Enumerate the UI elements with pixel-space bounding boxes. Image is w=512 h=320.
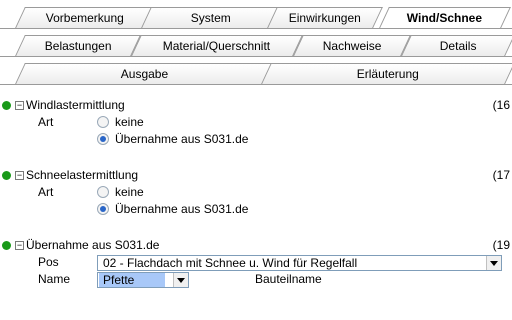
section-header[interactable]: − Windlastermittlung (16 xyxy=(0,97,512,113)
section-windlastermittlung: − Windlastermittlung (16 Art keine Übern… xyxy=(0,97,512,155)
tab-label: Material/Querschnitt xyxy=(163,39,271,53)
section-schneelastermittlung: − Schneelastermittlung (17 Art keine Übe… xyxy=(0,167,512,225)
section-header[interactable]: − Schneelastermittlung (17 xyxy=(0,167,512,183)
radio-uebernahme[interactable] xyxy=(97,203,109,215)
tab-wind-schnee[interactable]: Wind/Schnee xyxy=(379,7,511,28)
name-select[interactable]: Pfette xyxy=(97,272,189,288)
status-dot-icon xyxy=(2,241,11,250)
name-hint: Bauteilname xyxy=(255,272,322,286)
tab-label: System xyxy=(190,11,231,25)
tab-vorbemerkung[interactable]: Vorbemerkung xyxy=(15,7,155,28)
chevron-down-icon[interactable] xyxy=(486,256,501,270)
section-title: Schneelastermittlung xyxy=(26,168,139,182)
collapse-icon[interactable]: − xyxy=(15,101,24,110)
tab-label: Details xyxy=(439,39,477,53)
radio-uebernahme-label[interactable]: Übernahme aus S031.de xyxy=(115,202,248,216)
tab-system[interactable]: System xyxy=(141,7,281,28)
tab-ausgabe[interactable]: Ausgabe xyxy=(15,63,275,84)
name-select-value: Pfette xyxy=(99,273,165,287)
tab-row-3-divider xyxy=(0,84,512,85)
content-panel: − Windlastermittlung (16 Art keine Übern… xyxy=(0,87,512,320)
radio-keine[interactable] xyxy=(97,186,109,198)
section-number: (16 xyxy=(492,98,510,112)
radio-uebernahme-label[interactable]: Übernahme aus S031.de xyxy=(115,132,248,146)
tab-nachweise[interactable]: Nachweise xyxy=(293,35,411,56)
section-title: Übernahme aus S031.de xyxy=(26,238,160,252)
tab-einwirkungen[interactable]: Einwirkungen xyxy=(267,7,383,28)
tab-label: Ausgabe xyxy=(121,67,169,81)
collapse-icon[interactable]: − xyxy=(15,241,24,250)
tab-row-3: Ausgabe Erläuterung xyxy=(0,63,512,85)
radio-uebernahme[interactable] xyxy=(97,133,109,145)
tab-row-1: Vorbemerkung System Einwirkungen Wind/Sc… xyxy=(0,7,512,29)
radio-keine[interactable] xyxy=(97,116,109,128)
tab-label: Wind/Schnee xyxy=(407,11,483,25)
section-title: Windlastermittlung xyxy=(26,98,125,112)
section-number: (17 xyxy=(492,168,510,182)
tab-label: Belastungen xyxy=(44,39,112,53)
tab-label: Einwirkungen xyxy=(288,11,361,25)
tab-row-2-divider xyxy=(0,56,512,57)
pos-label: Pos xyxy=(38,255,59,269)
pos-select-value: 02 - Flachdach mit Schnee u. Wind für Re… xyxy=(103,256,358,270)
tab-material-querschnitt[interactable]: Material/Querschnitt xyxy=(131,35,303,56)
tab-row-1-divider xyxy=(0,28,512,29)
tab-erlaeuterung[interactable]: Erläuterung xyxy=(261,63,512,84)
tab-label: Nachweise xyxy=(322,39,382,53)
status-dot-icon xyxy=(2,171,11,180)
tab-label: Vorbemerkung xyxy=(45,11,124,25)
pos-select[interactable]: 02 - Flachdach mit Schnee u. Wind für Re… xyxy=(97,255,502,271)
tab-details[interactable]: Details xyxy=(401,35,512,56)
radio-keine-label[interactable]: keine xyxy=(115,115,144,129)
tab-label: Erläuterung xyxy=(356,67,419,81)
art-label: Art xyxy=(38,185,54,199)
tab-belastungen[interactable]: Belastungen xyxy=(15,35,141,56)
section-number: (19 xyxy=(492,238,510,252)
art-label: Art xyxy=(38,115,54,129)
section-header[interactable]: − Übernahme aus S031.de (19 xyxy=(0,237,512,253)
chevron-down-icon[interactable] xyxy=(173,273,188,287)
name-label: Name xyxy=(38,272,71,286)
status-dot-icon xyxy=(2,101,11,110)
section-uebernahme: − Übernahme aus S031.de (19 Pos 02 - Fla… xyxy=(0,237,512,297)
radio-keine-label[interactable]: keine xyxy=(115,185,144,199)
tab-row-2: Belastungen Material/Querschnitt Nachwei… xyxy=(0,35,512,57)
collapse-icon[interactable]: − xyxy=(15,171,24,180)
